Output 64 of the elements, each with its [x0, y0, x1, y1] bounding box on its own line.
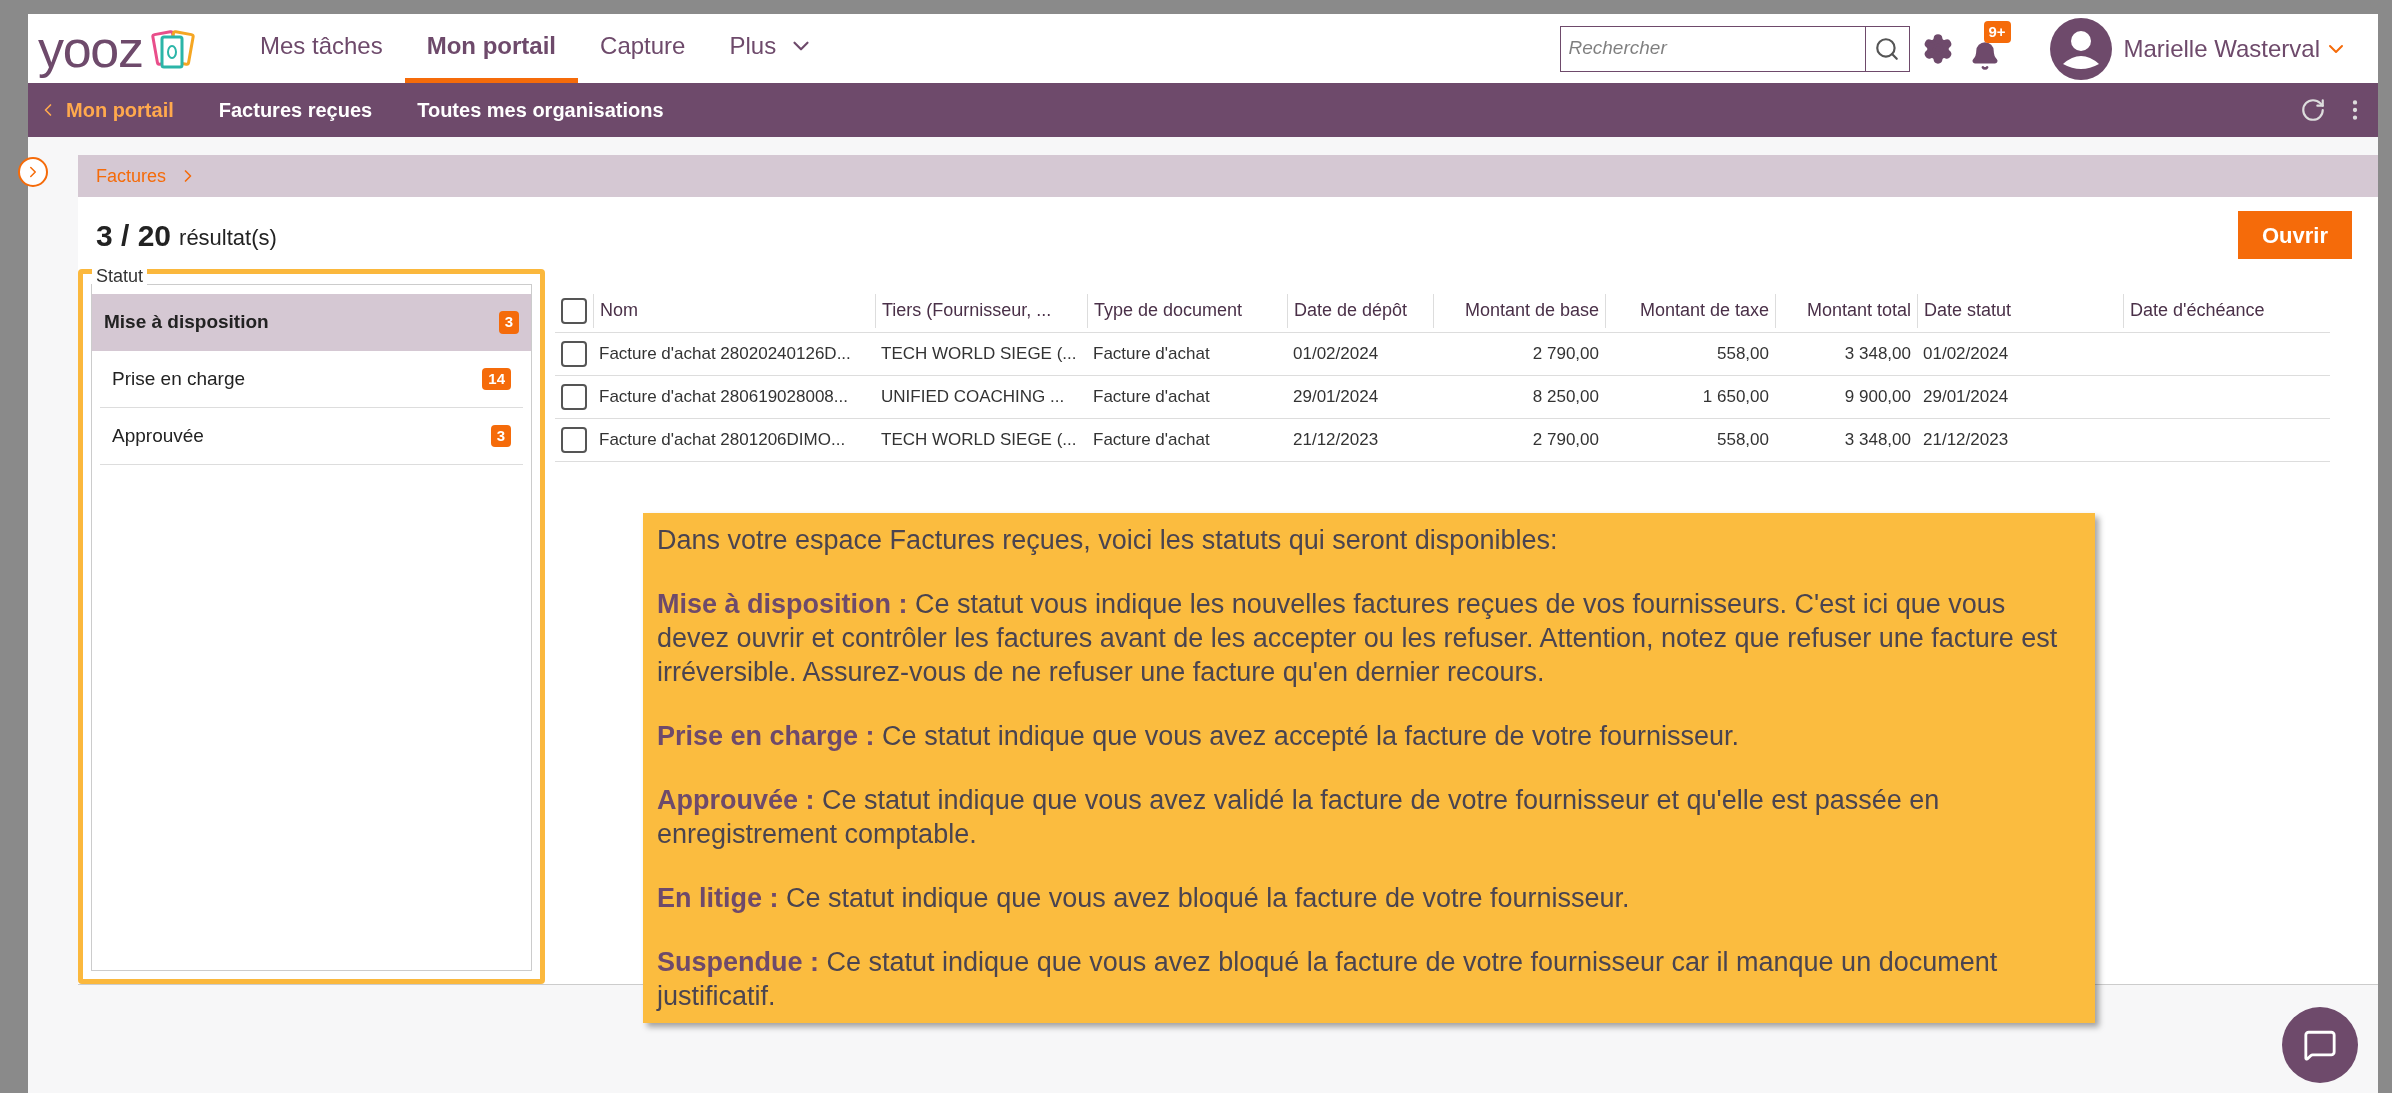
- table-cell-text: 01/02/2024: [1293, 343, 1379, 366]
- row-checkbox[interactable]: [561, 384, 587, 410]
- count-badge: 3: [498, 311, 519, 334]
- back-link[interactable]: Mon portail: [38, 95, 174, 125]
- column-header[interactable]: Date de dépôt: [1294, 297, 1408, 324]
- table-cell-text: UNIFIED COACHING ...: [881, 386, 1065, 409]
- table-cell-text: TECH WORLD SIEGE (...: [881, 343, 1077, 366]
- nav-tab[interactable]: Capture: [578, 14, 708, 83]
- chat-icon: [2303, 1028, 2337, 1062]
- row-checkbox[interactable]: [561, 427, 587, 453]
- table-cell-text: Facture d'achat: [1093, 343, 1210, 366]
- select-all-checkbox[interactable]: [561, 297, 587, 324]
- column-header[interactable]: Montant de taxe: [1639, 297, 1769, 324]
- status-filter-item[interactable]: Mise à disposition 3: [92, 294, 531, 351]
- column-header[interactable]: Date d'échéance: [2130, 297, 2265, 324]
- tooltip-paragraph: Mise à disposition : Ce statut vous indique les nouvelles factures reçues de vos fournisseurs. C'est ici que vous devez ouvrir et contrôler les factures avant de les accepter ou les refuser. Attention, notez que refuser une facture est irréversible. Assurez-vous de ne refuser une facture qu'en dernier recours.: [657, 588, 2059, 689]
- row-checkbox[interactable]: [561, 341, 587, 367]
- table-cell-text: 8 250,00: [1532, 386, 1599, 409]
- table-cell-text: Facture d'achat 2801206DIMO...: [599, 429, 846, 452]
- subnav-link[interactable]: Toutes mes organisations: [417, 95, 664, 125]
- tooltip-paragraph: Prise en charge : Ce statut indique que vous avez accepté la facture de votre fournisseur.: [657, 720, 1741, 753]
- tooltip-paragraph: Dans votre espace Factures reçues, voici les statuts qui seront disponibles:: [657, 524, 1559, 557]
- table-cell-text: 3 348,00: [1844, 429, 1911, 452]
- table-cell-text: 558,00: [1717, 429, 1769, 452]
- table-cell-text: Facture d'achat 280619028008...: [599, 386, 848, 409]
- table-cell-text: 21/12/2023: [1293, 429, 1379, 452]
- table-cell-text: TECH WORLD SIEGE (...: [881, 429, 1077, 452]
- table-cell-text: Facture d'achat: [1093, 429, 1210, 452]
- user-name[interactable]: Marielle Wasterval: [2123, 30, 2320, 67]
- table-cell-text: Facture d'achat 28020240126D...: [599, 343, 851, 366]
- column-header[interactable]: Montant de base: [1464, 297, 1599, 324]
- tooltip-paragraph: En litige : Ce statut indique que vous avez bloqué la facture de votre fournisseur.: [657, 882, 1631, 915]
- search-button[interactable]: [1865, 25, 1910, 72]
- column-header[interactable]: Montant total: [1806, 297, 1911, 324]
- nav-tab[interactable]: Mes tâches: [238, 14, 405, 83]
- table-cell-text: 01/02/2024: [1923, 343, 2009, 366]
- column-header[interactable]: Tiers (Fournisseur, ...: [882, 297, 1052, 324]
- table-cell-text: 2 790,00: [1532, 429, 1599, 452]
- table-cell-text: 29/01/2024: [1923, 386, 2009, 409]
- tooltip-paragraph: Suspendue : Ce statut indique que vous avez bloqué la facture de votre fournisseur car il manque un document justificatif.: [657, 946, 1999, 1013]
- tooltip-paragraph: Approuvée : Ce statut indique que vous avez validé la facture de votre fournisseur et qu'elle est passée en enregistrement comptable.: [657, 784, 1941, 851]
- column-header[interactable]: Type de document: [1094, 297, 1243, 324]
- table-cell-text: 1 650,00: [1702, 386, 1769, 409]
- expand-toggle-icon[interactable]: [18, 157, 48, 187]
- column-header[interactable]: Nom: [600, 297, 638, 324]
- results-count: 3 / 20: [96, 217, 172, 254]
- results-label: résultat(s): [179, 223, 277, 252]
- search-icon: [1874, 35, 1900, 62]
- table-cell-text: 558,00: [1717, 343, 1769, 366]
- table-cell-text: 2 790,00: [1532, 343, 1599, 366]
- nav-tab[interactable]: Plus: [707, 14, 837, 83]
- count-badge: 14: [482, 367, 511, 391]
- search-field[interactable]: Rechercher: [1559, 25, 1866, 72]
- column-header[interactable]: Date statut: [1924, 297, 2012, 324]
- table-cell-text: 29/01/2024: [1293, 386, 1379, 409]
- count-badge: 3: [490, 424, 511, 448]
- refresh-icon[interactable]: [2300, 97, 2326, 123]
- table-cell-text: 9 900,00: [1844, 386, 1911, 409]
- table-cell-text: 3 348,00: [1844, 343, 1911, 366]
- subnav-link[interactable]: Factures reçues: [218, 95, 373, 125]
- table-cell-text: 21/12/2023: [1923, 429, 2009, 452]
- user-avatar-icon[interactable]: [2049, 17, 2112, 80]
- notification-badge: 9+: [1983, 20, 2011, 43]
- table-cell-text: Facture d'achat: [1093, 386, 1210, 409]
